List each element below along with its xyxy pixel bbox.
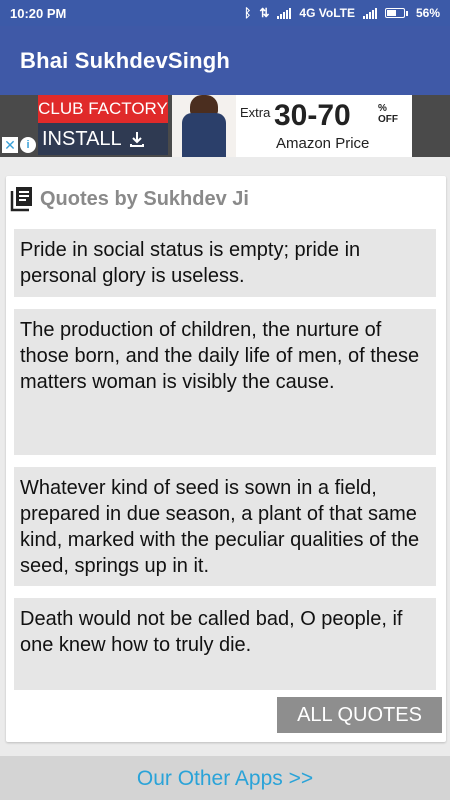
- ad-banner[interactable]: CLUB FACTORY INSTALL Extra 30-70 % OFF Am…: [0, 95, 450, 157]
- info-icon[interactable]: i: [20, 137, 36, 153]
- app-bar: Bhai SukhdevSingh: [0, 26, 450, 95]
- all-quotes-button[interactable]: ALL QUOTES: [277, 697, 442, 733]
- signal-icon: [277, 7, 292, 19]
- ad-install-button[interactable]: INSTALL: [38, 123, 168, 155]
- status-time: 10:20 PM: [10, 5, 67, 21]
- app-title: Bhai SukhdevSingh: [20, 47, 230, 73]
- ad-model-image: [172, 95, 236, 157]
- other-apps-link[interactable]: Our Other Apps >>: [137, 767, 313, 790]
- ad-offer: Extra 30-70 % OFF Amazon Price: [236, 95, 412, 157]
- ad-extra-label: Extra: [240, 105, 271, 120]
- signal-icon-2: [362, 7, 377, 19]
- ad-percent-off: % OFF: [378, 103, 398, 125]
- book-list-icon: [10, 187, 32, 212]
- close-icon[interactable]: ✕: [2, 137, 18, 153]
- battery-percent: 56%: [415, 6, 440, 20]
- ad-discount: 30-70: [274, 99, 351, 132]
- quote-item[interactable]: The production of children, the nurture …: [14, 309, 436, 455]
- footer-bar: Our Other Apps >>: [0, 756, 450, 800]
- quote-item[interactable]: Death would not be called bad, O people,…: [14, 598, 436, 690]
- data-arrows-icon: ⇅: [259, 6, 270, 20]
- ad-price-label: Amazon Price: [276, 135, 370, 152]
- ad-install-label: INSTALL: [42, 128, 122, 150]
- status-icons: ᛒ ⇅ 4G VoLTE 56%: [244, 6, 440, 20]
- quote-item[interactable]: Pride in social status is empty; pride i…: [14, 229, 436, 297]
- quotes-card: Quotes by Sukhdev Ji Pride in social sta…: [6, 176, 446, 742]
- card-header: Quotes by Sukhdev Ji: [10, 186, 249, 212]
- status-bar: 10:20 PM ᛒ ⇅ 4G VoLTE 56%: [0, 0, 450, 26]
- battery-icon: [384, 8, 408, 18]
- card-title: Quotes by Sukhdev Ji: [40, 187, 249, 210]
- network-label: 4G VoLTE: [299, 6, 355, 20]
- ad-brand: CLUB FACTORY: [38, 95, 168, 123]
- download-icon: [129, 132, 144, 147]
- bluetooth-icon: ᛒ: [244, 6, 252, 20]
- quote-item[interactable]: Whatever kind of seed is sown in a field…: [14, 467, 436, 586]
